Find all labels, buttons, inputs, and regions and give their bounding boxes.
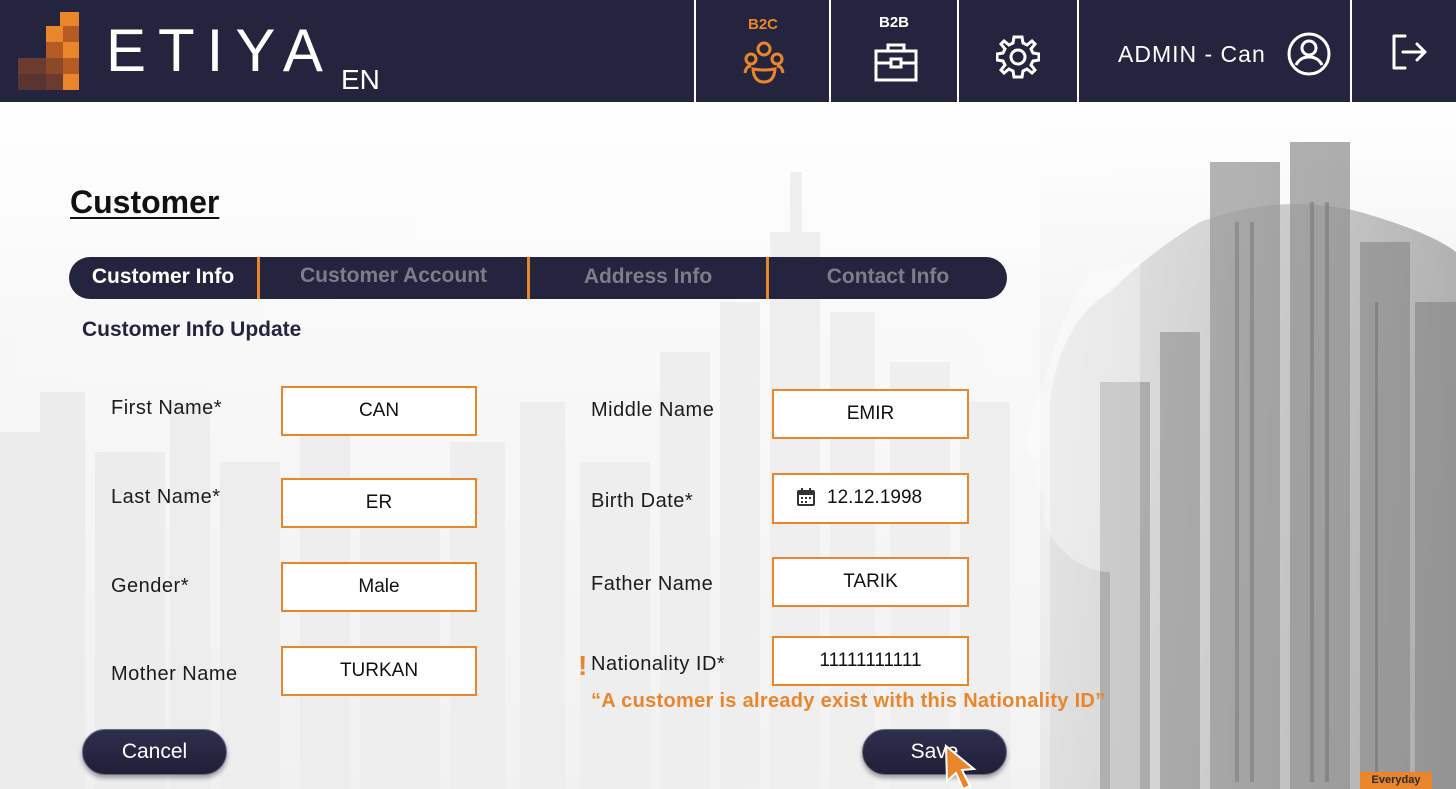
tab-customer-info[interactable]: Customer Info [69,257,257,299]
exclamation-icon: ! [578,650,588,681]
user-circle-icon[interactable] [1286,31,1332,77]
first-name-field[interactable] [281,386,477,436]
header-divider [1350,0,1352,102]
header-divider [1077,0,1079,102]
father-name-field[interactable] [772,557,969,607]
b2b-button[interactable]: B2B [831,0,957,102]
tab-customer-account[interactable]: Customer Account [260,257,527,299]
calendar-icon [797,488,815,506]
tab-contact-info[interactable]: Contact Info [769,257,1007,299]
app-window: ETIYA EN B2C B2B ADMIN - Can Customer Cu… [0,0,1456,789]
gender-field[interactable] [281,562,477,612]
language-selector[interactable]: EN [341,64,380,96]
cancel-button[interactable]: Cancel [82,729,227,775]
last-name-label: Last Name* [111,486,221,508]
gear-icon [996,35,1040,79]
save-button[interactable]: Save [862,729,1007,775]
mother-name-label: Mother Name [111,663,238,685]
logo-wordmark: ETIYA [106,17,335,84]
b2c-label: B2C [747,16,778,33]
tab-bar: Customer Info Customer Account Address I… [69,257,1007,299]
first-name-label: First Name* [111,397,223,419]
corner-badge: Everyday [1360,772,1432,789]
father-name-label: Father Name [591,573,714,595]
middle-name-field[interactable] [772,389,969,439]
middle-name-label: Middle Name [591,399,715,421]
current-user-label[interactable]: ADMIN - Can [1118,40,1266,68]
tab-address-info[interactable]: Address Info [530,257,766,299]
b2b-label: B2B [878,14,909,31]
page-title: Customer [70,184,220,220]
birth-date-value: 12.12.1998 [827,487,923,508]
mother-name-field[interactable] [281,646,477,696]
b2c-button[interactable]: B2C [696,0,830,102]
section-title: Customer Info Update [82,318,302,341]
pointer-cursor-icon [944,744,977,789]
nationality-id-label: Nationality ID* [591,653,726,675]
briefcase-icon [874,43,918,82]
logout-icon[interactable] [1390,33,1428,71]
nationality-id-error: “A customer is already exist with this N… [591,690,1106,712]
gender-label: Gender* [111,575,189,597]
birth-date-field[interactable]: 12.12.1998 [772,473,969,524]
top-navbar: ETIYA EN B2C B2B ADMIN - Can [0,0,1456,102]
last-name-field[interactable] [281,478,477,528]
settings-button[interactable] [959,0,1077,102]
birth-date-label: Birth Date* [591,490,694,512]
people-group-icon [743,41,785,84]
etiya-logo-mark [18,12,79,90]
nationality-id-field[interactable] [772,636,969,686]
